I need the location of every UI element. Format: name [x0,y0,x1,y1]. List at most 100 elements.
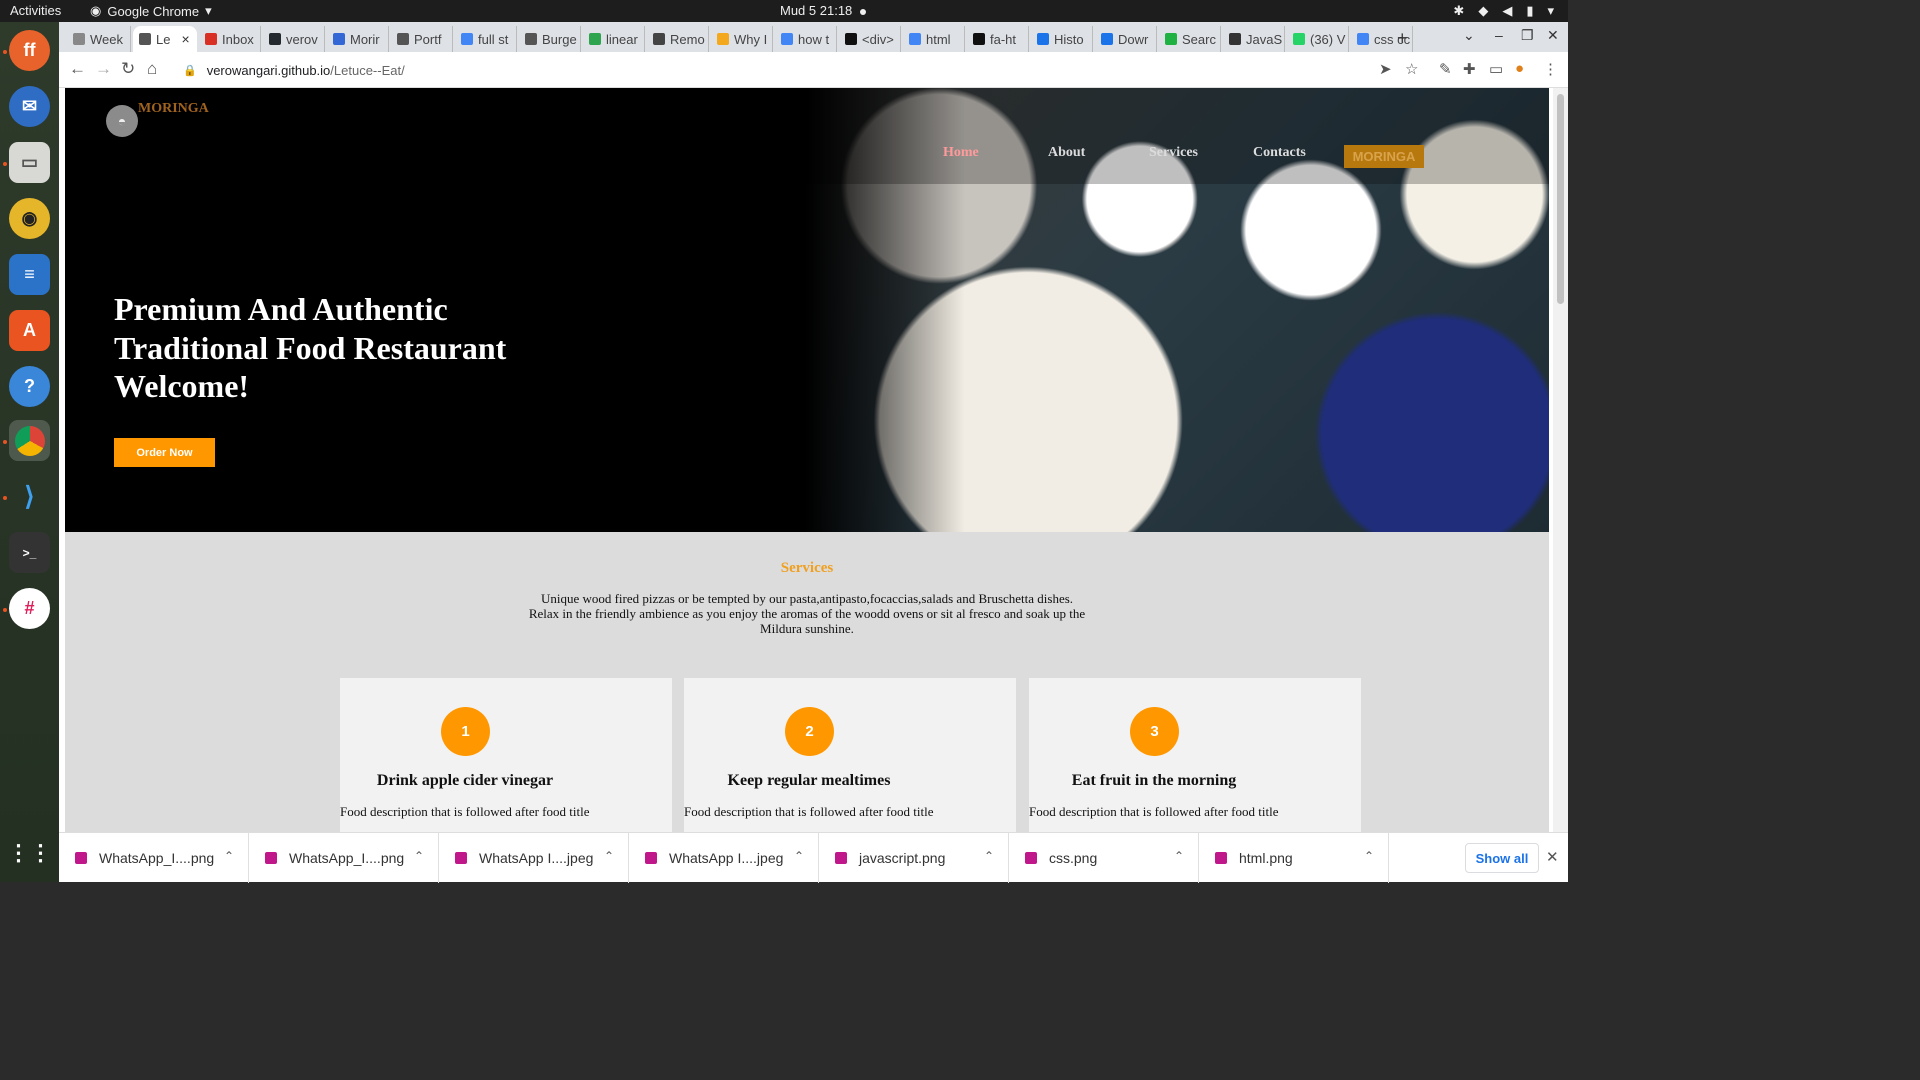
download-item[interactable]: WhatsApp_I....png ⌃ [249,833,439,883]
tab-active[interactable]: Le × [133,26,197,52]
files-icon[interactable]: ▭ [9,142,50,183]
browser-tab[interactable]: Portf [391,26,453,52]
download-item[interactable]: WhatsApp_I....png ⌃ [59,833,249,883]
scrollbar-thumb[interactable] [1557,94,1564,304]
forward-icon[interactable]: → [95,59,112,79]
logo-text[interactable]: MORINGA [138,101,209,117]
order-now-button[interactable]: Order Now [114,438,215,467]
browser-tab[interactable]: Morir [327,26,389,52]
slack-icon[interactable]: # [9,588,50,629]
extension-dropper-icon[interactable]: ✎ [1439,60,1452,78]
writer-icon[interactable]: ≡ [9,254,50,295]
tab-favicon-icon [653,33,665,45]
chevron-up-icon[interactable]: ⌃ [984,849,994,863]
nav-brand-badge[interactable]: MORINGA [1344,145,1424,168]
image-file-icon [835,852,847,864]
vscode-icon[interactable]: ⟩ [9,476,50,517]
activities-button[interactable]: Activities [10,3,61,18]
nav-services[interactable]: Services [1149,145,1198,161]
browser-tab[interactable]: Dowr [1095,26,1157,52]
tab-label: fa-ht [990,31,1017,47]
tab-favicon-icon [73,33,85,45]
nav-contacts[interactable]: Contacts [1253,145,1306,161]
running-indicator [3,608,7,612]
browser-tab[interactable]: linear [583,26,645,52]
chrome-dock-icon[interactable] [9,420,50,461]
browser-tab[interactable]: Inbox [199,26,261,52]
download-item[interactable]: javascript.png ⌃ [819,833,1009,883]
clock[interactable]: Mud 5 21:18 [780,3,867,18]
maximize-icon[interactable]: ❐ [1521,27,1534,44]
download-item[interactable]: WhatsApp I....jpeg ⌃ [439,833,629,883]
bookmark-star-icon[interactable]: ☆ [1405,60,1418,78]
services-line: Mildura sunshine. [760,621,854,636]
browser-tab[interactable]: Histo [1031,26,1093,52]
browser-tab[interactable]: how t [775,26,837,52]
chevron-up-icon[interactable]: ⌃ [604,849,614,863]
browser-tab[interactable]: Why I [711,26,773,52]
tab-favicon-icon [139,33,151,45]
thunderbird-icon[interactable]: ✉ [9,86,50,127]
browser-tab[interactable]: Week [67,26,131,52]
show-all-button[interactable]: Show all [1465,843,1539,873]
profile-avatar[interactable]: ● [1515,60,1524,77]
show-applications-icon[interactable]: ⋮⋮ [8,832,52,873]
close-window-icon[interactable]: ✕ [1547,27,1559,44]
home-icon[interactable]: ⌂ [147,59,157,79]
tab-favicon-icon [1165,33,1177,45]
power-menu-icon[interactable]: ▾ [1547,3,1554,19]
software-icon[interactable]: A [9,310,50,351]
chevron-down-icon: ▾ [205,3,212,18]
system-tray[interactable]: ✱ ◆ ◀ ▮ ▾ [1453,3,1554,19]
terminal-icon[interactable]: >_ [9,532,50,573]
address-bar[interactable]: 🔒 verowangari.github.io /Letuce--Eat/ [171,56,1421,84]
page-scrollbar[interactable] [1553,88,1568,832]
nav-about[interactable]: About [1048,145,1085,161]
chevron-up-icon[interactable]: ⌃ [794,849,804,863]
browser-tab[interactable]: full st [455,26,517,52]
back-icon[interactable]: ← [69,59,86,79]
card-title: Keep regular mealtimes [727,772,891,789]
volume-icon: ◀ [1502,3,1513,18]
tab-favicon-icon [845,33,857,45]
download-item[interactable]: html.png ⌃ [1199,833,1389,883]
browser-tab[interactable]: verov [263,26,325,52]
browser-tab[interactable]: Burge [519,26,581,52]
chevron-up-icon[interactable]: ⌃ [224,849,234,863]
browser-tab[interactable]: (36) V [1287,26,1349,52]
nav-home[interactable]: Home [943,145,979,161]
tab-search-icon[interactable]: ⌄ [1463,27,1475,44]
system-top-bar: Activities ◉ Google Chrome ▾ Mud 5 21:18… [0,0,1568,22]
chevron-up-icon[interactable]: ⌃ [1364,849,1374,863]
new-tab-button[interactable]: + [1397,28,1408,49]
tab-label: Why I [734,31,768,47]
cast-icon[interactable]: ▭ [1489,60,1503,78]
browser-tab[interactable]: JavaS [1223,26,1285,52]
browser-tab[interactable]: Searc [1159,26,1221,52]
browser-tab[interactable]: <div> [839,26,901,52]
download-filename: WhatsApp I....jpeg [479,850,594,866]
send-icon[interactable]: ➤ [1379,60,1392,78]
rhythmbox-icon[interactable]: ◉ [9,198,50,239]
more-menu-icon[interactable]: ⋮ [1543,60,1558,78]
chevron-up-icon[interactable]: ⌃ [414,849,424,863]
browser-tab[interactable]: html [903,26,965,52]
firefox-icon[interactable]: ff [9,30,50,71]
close-icon[interactable]: ✕ [1546,848,1559,866]
tab-close-icon[interactable]: × [181,31,189,47]
extensions-puzzle-icon[interactable]: ✚ [1463,60,1476,78]
browser-tab[interactable]: fa-ht [967,26,1029,52]
app-menu[interactable]: ◉ Google Chrome ▾ [90,3,212,19]
download-item[interactable]: WhatsApp I....jpeg ⌃ [629,833,819,883]
minimize-icon[interactable]: – [1495,27,1503,43]
chevron-up-icon[interactable]: ⌃ [1174,849,1184,863]
browser-tab[interactable]: Remo [647,26,709,52]
app-menu-label: Google Chrome [107,3,200,19]
reload-icon[interactable]: ↻ [121,59,135,79]
chef-hat-icon[interactable]: ◓ [106,105,138,137]
slack-tray-icon[interactable]: ✱ [1453,3,1464,19]
help-icon[interactable]: ? [9,366,50,407]
download-item[interactable]: css.png ⌃ [1009,833,1199,883]
running-indicator [3,440,7,444]
tab-favicon-icon [973,33,985,45]
